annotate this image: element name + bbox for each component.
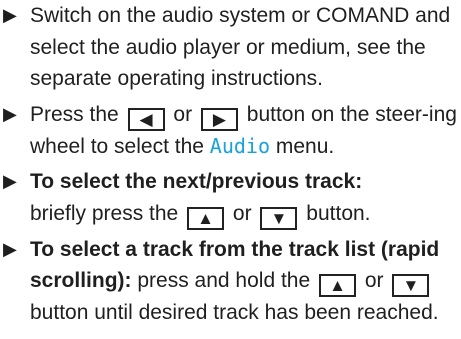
bullet-arrow-icon: ▶: [3, 238, 17, 259]
up-button-icon: ▲: [319, 274, 356, 297]
audio-menu-name: Audio: [209, 133, 270, 158]
instruction-text: button until desired track has been reac…: [30, 301, 439, 324]
bullet-arrow-icon: ▶: [3, 5, 17, 25]
instruction-item: ▶ To select a track from the track list …: [3, 234, 461, 329]
instruction-text: Switch on the audio system or COMAND and…: [30, 4, 451, 90]
conjunction-text: or: [364, 269, 384, 292]
bullet-arrow-icon: ▶: [3, 103, 17, 124]
right-button-icon: ▶: [200, 107, 238, 131]
instruction-text: button.: [306, 201, 371, 225]
instruction-item: ▶ To select the next/previous track: bri…: [3, 166, 461, 230]
down-button-icon: ▼: [260, 206, 298, 230]
bullet-arrow-icon: ▶: [3, 171, 17, 191]
instruction-list: ▶ Switch on the audio system or COMAND a…: [0, 0, 461, 329]
instruction-heading: To select the next/previous track:: [30, 170, 363, 193]
up-button-icon: ▲: [187, 206, 225, 230]
left-button-icon: ◀: [127, 107, 165, 131]
instruction-item: ▶ Press the ◀ or ▶ button on the steer-i…: [3, 99, 461, 163]
down-button-icon: ▼: [392, 274, 430, 297]
instruction-text: press and hold the: [137, 269, 311, 292]
conjunction-text: or: [173, 102, 193, 126]
instruction-text: briefly press the: [30, 201, 179, 225]
conjunction-text: or: [232, 201, 252, 225]
instruction-text: menu.: [275, 134, 335, 158]
instruction-text: Press the: [30, 102, 119, 126]
instruction-item: ▶ Switch on the audio system or COMAND a…: [3, 0, 461, 95]
